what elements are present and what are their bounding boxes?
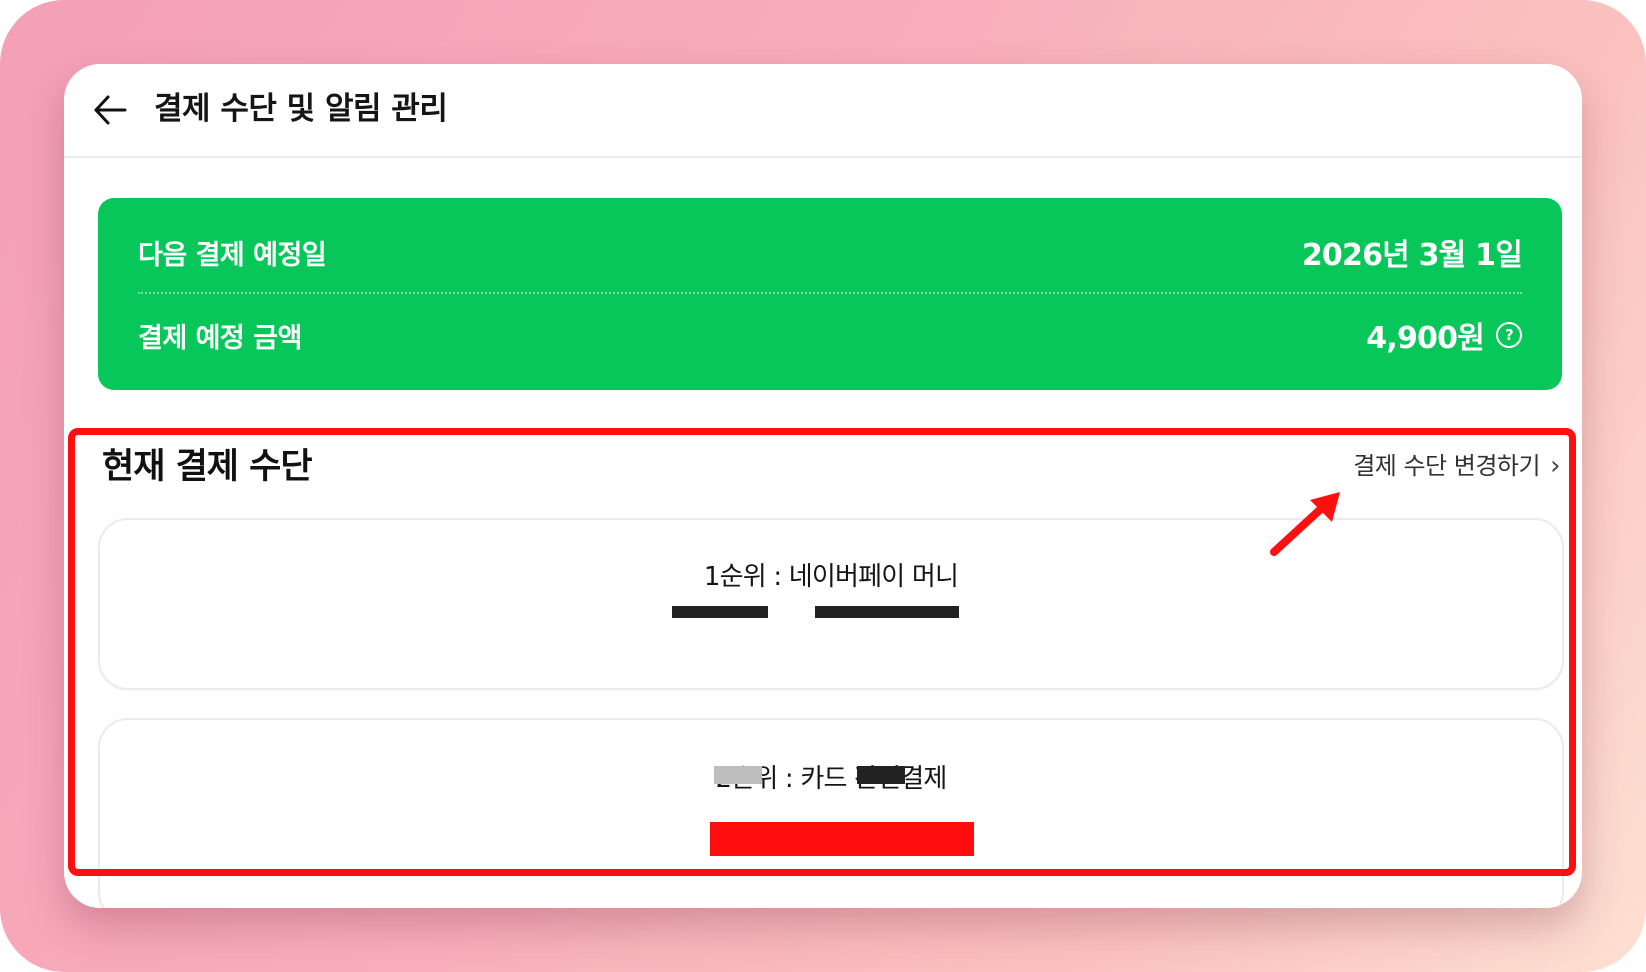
screenshot-backdrop: 결제 수단 및 알림 관리 다음 결제 예정일 2026년 3월 1일 결제 예… — [0, 0, 1646, 972]
annotation-arrow-icon — [1270, 492, 1340, 556]
redaction-bar — [672, 606, 768, 618]
help-icon[interactable]: ? — [1496, 322, 1522, 348]
red-redaction-bar — [710, 822, 974, 856]
page-title: 결제 수단 및 알림 관리 — [154, 91, 448, 127]
change-payment-method-label: 결제 수단 변경하기 — [1353, 452, 1541, 480]
payment-summary-card: 다음 결제 예정일 2026년 3월 1일 결제 예정 금액 4,900원 ? — [98, 198, 1562, 390]
next-payment-date-value: 2026년 3월 1일 — [1301, 238, 1523, 273]
back-arrow-icon — [94, 95, 127, 125]
top-bar: 결제 수단 및 알림 관리 — [64, 64, 1582, 158]
payment-method-priority-1: 1순위 : 네이버페이 머니 — [703, 562, 959, 592]
payment-method-priority-2: 2순위 : 카드 간편결제 — [715, 764, 947, 794]
summary-divider — [138, 292, 1522, 294]
next-payment-date-label: 다음 결제 예정일 — [138, 239, 327, 271]
payment-method-card[interactable]: 2순위 : 카드 간편결제 — [98, 718, 1564, 908]
back-button[interactable] — [86, 86, 134, 134]
change-payment-method-link[interactable]: 결제 수단 변경하기 › — [1353, 446, 1560, 486]
payment-amount-row: 결제 예정 금액 4,900원 ? — [138, 311, 1522, 359]
payment-amount-value-group: 4,900원 ? — [1366, 313, 1522, 357]
redaction-bar — [857, 766, 905, 784]
payment-amount-value: 4,900원 — [1366, 321, 1485, 356]
chevron-right-icon: › — [1550, 451, 1560, 481]
payment-amount-label: 결제 예정 금액 — [138, 322, 302, 354]
current-payment-method-title: 현재 결제 수단 — [102, 447, 313, 487]
redaction-bar — [714, 766, 762, 784]
redaction-bar — [815, 606, 959, 618]
app-window: 결제 수단 및 알림 관리 다음 결제 예정일 2026년 3월 1일 결제 예… — [64, 64, 1582, 908]
next-payment-date-row: 다음 결제 예정일 2026년 3월 1일 — [138, 228, 1523, 276]
